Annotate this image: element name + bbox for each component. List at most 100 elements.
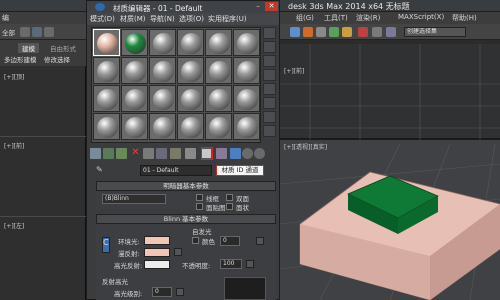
menu-maxscript[interactable]: MAXScript(X) [398,13,444,21]
go-to-parent-icon[interactable] [242,148,253,159]
get-material-icon[interactable] [90,148,101,159]
copy-material-icon[interactable] [143,148,154,159]
toolbar-icon[interactable] [44,27,54,37]
faceted-checkbox[interactable] [226,203,233,210]
select-by-material-icon[interactable] [263,125,276,137]
material-sample-slot[interactable] [121,29,148,56]
app-icon [95,3,105,11]
backlight-icon[interactable] [263,41,276,53]
viewport-label-top[interactable]: [+][顶] [4,72,24,81]
face-map-checkbox[interactable] [196,203,203,210]
specular-color-swatch[interactable] [144,260,170,269]
menu-navigation[interactable]: 导航(N) [150,14,175,24]
close-icon[interactable]: ✕ [265,2,278,11]
menu-tools[interactable]: 工具(T) [324,13,348,23]
menu-group[interactable]: 组(G) [296,13,314,23]
select-icon[interactable] [290,27,300,37]
specular-level-map-button[interactable] [176,288,184,296]
ribbon: 建模 自由形式 多边形建模 修改选择 [0,40,88,66]
material-sample-slot[interactable] [177,85,204,112]
self-illum-map-button[interactable] [256,237,264,245]
material-sample-slot[interactable] [233,29,260,56]
snap-icon[interactable] [342,27,352,37]
material-sample-slot[interactable] [121,85,148,112]
material-sample-slot[interactable] [177,57,204,84]
material-sample-slot[interactable] [177,29,204,56]
make-preview-icon[interactable] [263,97,276,109]
material-sample-slot[interactable] [149,113,176,140]
material-sample-slot[interactable] [205,85,232,112]
menu-render[interactable]: 渲染(R) [356,13,380,23]
show-shaded-map-icon[interactable] [216,148,227,159]
angle-snap-icon[interactable] [358,27,368,37]
options-icon[interactable] [263,111,276,123]
assign-material-icon[interactable] [116,148,127,159]
material-sample-slot[interactable] [121,113,148,140]
show-end-result-icon[interactable] [230,148,241,159]
menu-mode[interactable]: 模式(D) [90,14,115,24]
put-to-library-icon[interactable] [170,148,181,159]
toolbar-icon[interactable] [20,27,30,37]
material-sample-slot[interactable] [177,113,204,140]
menu-utilities[interactable]: 实用程序(U) [208,14,247,24]
ribbon-modify-selection[interactable]: 修改选择 [44,54,70,64]
material-sample-slot[interactable] [205,57,232,84]
specular-level-spinner[interactable]: 0 [152,287,172,297]
lock-ambient-diffuse-button[interactable]: C [102,237,110,253]
diffuse-color-swatch[interactable] [144,248,170,257]
sample-type-icon[interactable] [263,27,276,39]
viewport-left-column[interactable]: [+][顶] [+][前] [+][左] [0,66,86,300]
diffuse-map-button[interactable] [174,248,182,256]
scale-icon[interactable] [329,27,339,37]
material-sample-slot[interactable] [149,57,176,84]
menu-help[interactable]: 帮助(H) [452,13,477,23]
video-color-check-icon[interactable] [263,83,276,95]
opacity-spinner[interactable]: 100 [220,259,242,269]
material-sample-slot[interactable] [233,85,260,112]
self-illum-spinner[interactable]: 0 [220,236,240,246]
self-illum-color-checkbox[interactable] [192,237,199,244]
reset-icon[interactable]: ✕ [130,148,141,159]
viewport-label-front[interactable]: [+][前] [4,141,24,150]
pick-material-icon[interactable]: ✎ [96,165,106,175]
spinner-snap-icon[interactable] [386,27,396,37]
shader-type-dropdown[interactable]: (B)Blinn [102,194,166,204]
menu-options[interactable]: 选项(O) [179,14,204,24]
material-name-field[interactable]: 01 - Default [140,165,212,176]
material-sample-slot[interactable] [93,29,120,56]
material-sample-slot[interactable] [205,29,232,56]
material-sample-slot[interactable] [149,85,176,112]
minimize-icon[interactable]: – [252,2,264,11]
ambient-color-swatch[interactable] [144,236,170,245]
material-sample-slot[interactable] [205,113,232,140]
material-sample-slot[interactable] [233,57,260,84]
shader-rollout-header[interactable]: 明暗器基本参数 [96,181,276,191]
toolbar-icon[interactable] [32,27,42,37]
uv-tiling-icon[interactable] [263,69,276,81]
ribbon-tab-freeform[interactable]: 自由形式 [50,43,76,53]
two-sided-checkbox[interactable] [226,194,233,201]
rotate-icon[interactable] [316,27,326,37]
material-sample-slot[interactable] [93,113,120,140]
menu-material[interactable]: 材质(M) [120,14,146,24]
material-sample-slot[interactable] [93,85,120,112]
material-id-icon[interactable] [185,148,196,159]
wire-checkbox[interactable] [196,194,203,201]
percent-snap-icon[interactable] [372,27,382,37]
material-sample-slot[interactable] [149,29,176,56]
named-selection-set-dropdown[interactable]: 创建选择集 [404,27,466,37]
blinn-rollout-header[interactable]: Blinn 基本参数 [96,214,276,224]
material-editor-title-bar[interactable]: 材质编辑器 - 01 - Default – ✕ [87,1,279,13]
opacity-map-button[interactable] [246,260,254,268]
material-sample-slot[interactable] [93,57,120,84]
background-icon[interactable] [263,55,276,67]
material-sample-slot[interactable] [233,113,260,140]
ribbon-poly-modeling[interactable]: 多边形建模 [4,54,37,64]
make-unique-icon[interactable] [156,148,167,159]
material-sample-slot[interactable] [121,57,148,84]
move-icon[interactable] [303,27,313,37]
viewport-label-left[interactable]: [+][左] [4,221,24,230]
put-to-scene-icon[interactable] [103,148,114,159]
go-forward-icon[interactable] [254,148,265,159]
ribbon-tab-modeling[interactable]: 建模 [18,43,39,53]
